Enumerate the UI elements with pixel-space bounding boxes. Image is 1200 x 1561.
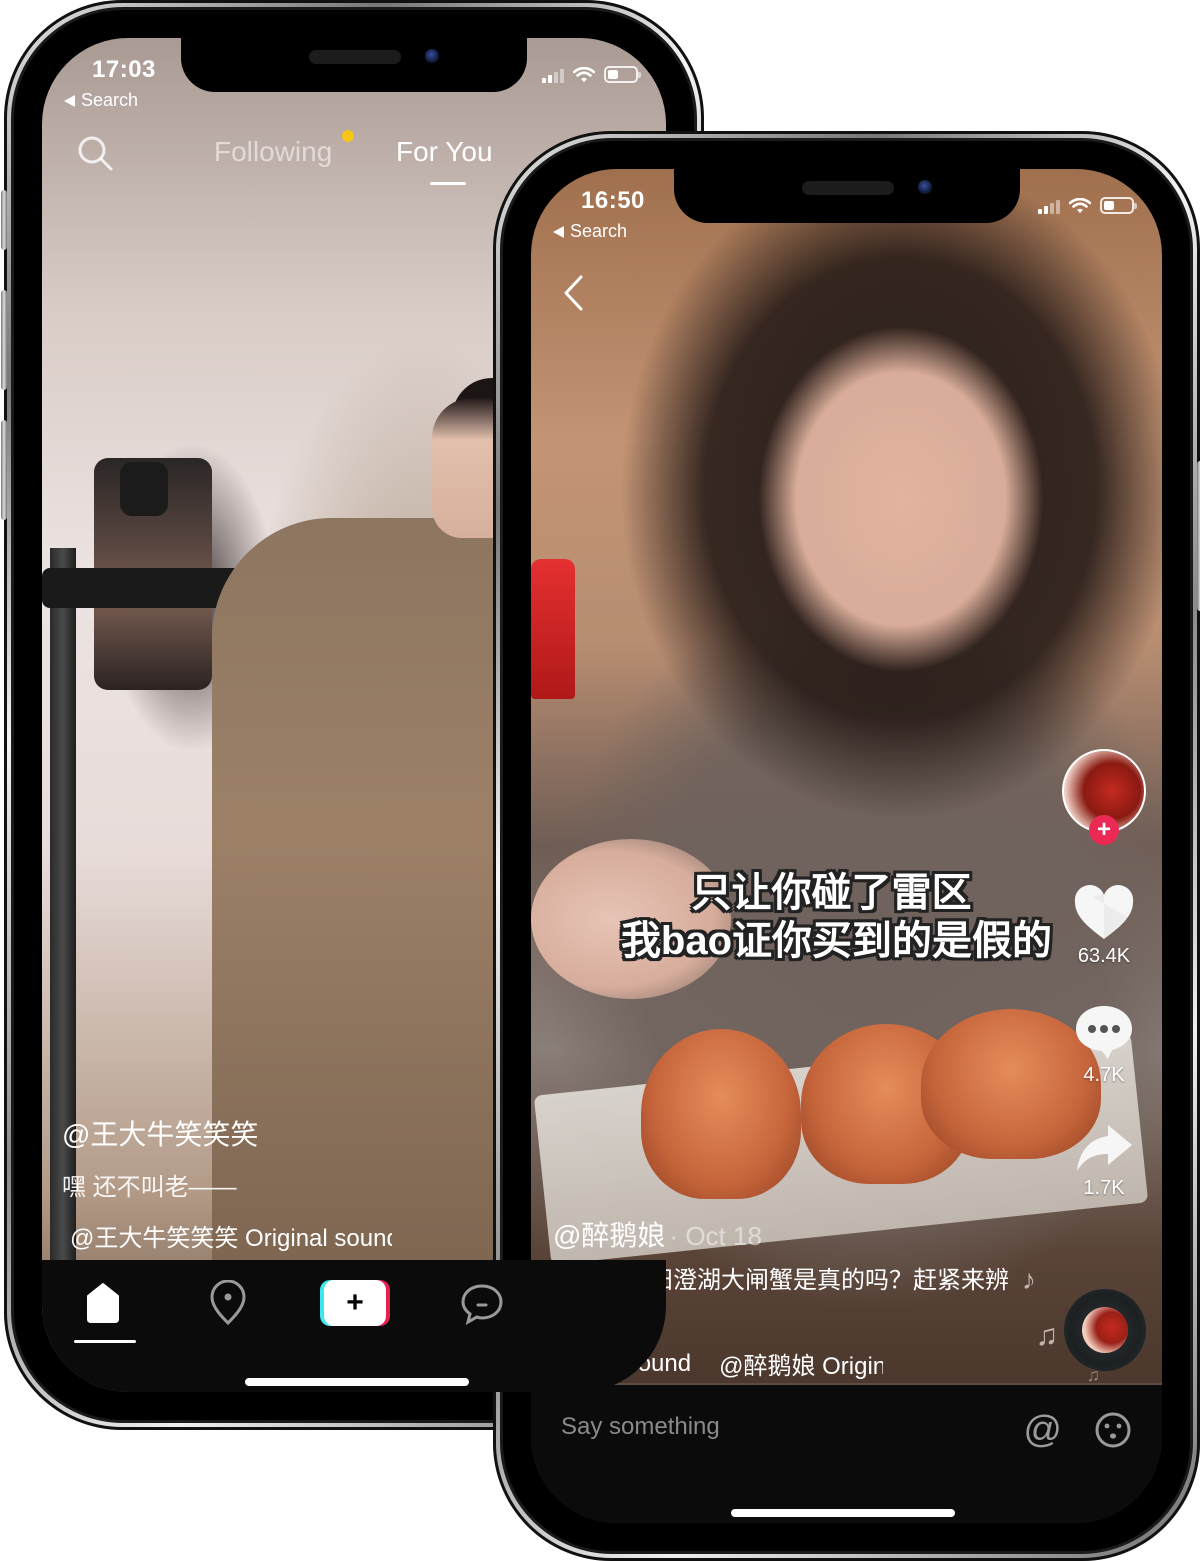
sound-marquee[interactable]: @王大牛笑笑笑 Original sound (62, 1218, 392, 1253)
search-icon[interactable] (76, 134, 116, 174)
like-button[interactable]: 63.4K (1058, 885, 1150, 968)
wifi-icon (1069, 198, 1091, 213)
battery-icon (604, 66, 641, 83)
comment-bar: @ (531, 1385, 1162, 1523)
home-active-indicator (74, 1340, 136, 1343)
floating-music-note-icon: ♪ (1022, 1264, 1036, 1295)
creator-avatar[interactable]: + (1062, 749, 1146, 845)
speaker (801, 181, 894, 195)
back-to-search[interactable]: Search (553, 221, 627, 242)
volume-up-button (1, 290, 7, 390)
action-rail: + 63.4K 4.7K 1.7K (1058, 749, 1150, 1200)
create-button[interactable]: + (320, 1280, 390, 1326)
mention-button[interactable]: @ (1023, 1409, 1062, 1452)
status-time: 16:50 (581, 187, 645, 214)
chevron-left-icon[interactable] (561, 273, 587, 313)
back-triangle-icon (553, 225, 564, 238)
location-pin-icon[interactable] (208, 1280, 248, 1326)
tab-for-you[interactable]: For You (396, 136, 493, 168)
volume-down-button (1, 420, 7, 520)
sound-name: @王大牛笑笑笑 Original sound (70, 1225, 392, 1252)
video-caption: @王大牛笑笑笑 嘿 还不叫老—— @王大牛笑笑笑 Original sound (62, 1113, 392, 1253)
comment-input[interactable] (561, 1413, 941, 1441)
front-camera (425, 49, 439, 63)
bottom-nav: + (42, 1260, 666, 1392)
notch (181, 38, 527, 92)
cellular-signal-icon (1038, 200, 1060, 214)
comment-count: 4.7K (1083, 1064, 1125, 1086)
following-notification-dot (342, 130, 354, 142)
share-count: 1.7K (1083, 1177, 1125, 1199)
status-icons (542, 66, 641, 83)
like-count: 63.4K (1077, 945, 1131, 967)
sound-disc-cover (1082, 1307, 1128, 1353)
back-triangle-icon (64, 94, 75, 107)
floating-music-note-icon: ♫ (1035, 1319, 1059, 1352)
comment-bubble-icon (1076, 1006, 1132, 1059)
creator-username-row: @醉鹅娘 · Oct 18 (553, 1214, 1013, 1254)
front-camera (917, 180, 932, 194)
plus-icon: + (324, 1280, 386, 1326)
creator-username[interactable]: @王大牛笑笑笑 (62, 1113, 392, 1153)
battery-icon (1100, 197, 1137, 214)
heart-icon (1074, 885, 1134, 939)
notch (673, 169, 1020, 223)
video-crab (641, 1029, 801, 1199)
status-time: 17:03 (92, 56, 156, 83)
status-icons (1038, 197, 1137, 214)
follow-button[interactable]: + (1089, 815, 1119, 845)
back-to-search-label: Search (570, 221, 628, 241)
back-to-search-label: Search (81, 90, 139, 110)
video-red-cup (531, 559, 575, 699)
post-date: · Oct 18 (669, 1221, 762, 1251)
home-indicator[interactable] (731, 1509, 955, 1517)
speaker (309, 50, 401, 64)
cellular-signal-icon (542, 69, 564, 83)
share-arrow-icon (1077, 1125, 1132, 1171)
sound-disc[interactable] (1064, 1289, 1146, 1371)
share-button[interactable]: 1.7K (1058, 1123, 1150, 1200)
sound-name-part-b: @醉鹅娘 Original sound (719, 1353, 883, 1380)
video-description: 嘿 还不叫老—— (62, 1174, 237, 1201)
tab-active-indicator (430, 182, 466, 185)
back-to-search[interactable]: Search (64, 90, 138, 111)
tab-following[interactable]: Following (214, 136, 332, 168)
emoji-icon[interactable] (1094, 1411, 1132, 1449)
message-bubble-icon[interactable] (460, 1282, 504, 1326)
top-nav: Following For You (42, 130, 666, 190)
mute-switch (1, 190, 7, 250)
home-indicator[interactable] (245, 1378, 469, 1386)
creator-username[interactable]: @醉鹅娘 (553, 1214, 665, 1254)
video-phone-camera (120, 462, 168, 516)
comment-button[interactable]: 4.7K (1058, 1004, 1150, 1087)
video-phone-holder (42, 568, 242, 608)
wifi-icon (573, 67, 595, 82)
home-icon[interactable] (84, 1282, 122, 1324)
